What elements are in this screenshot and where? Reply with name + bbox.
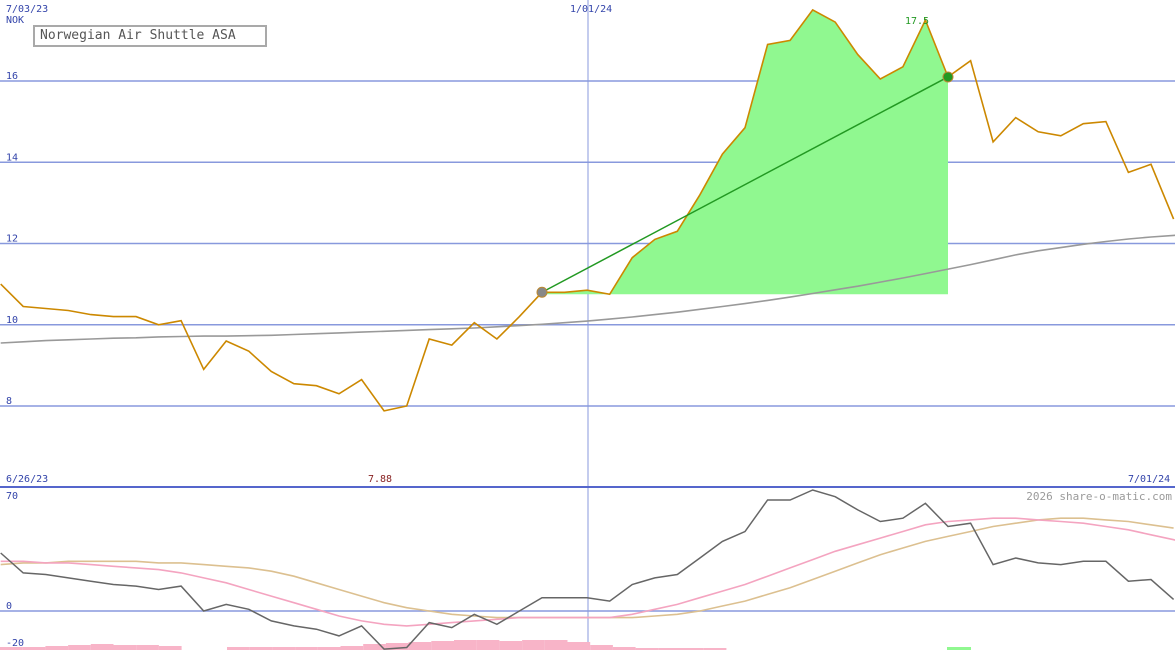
osc-histogram-bar-7: [158, 646, 182, 650]
osc-histogram-bar-21: [476, 640, 500, 650]
trend-end-marker: [942, 71, 954, 83]
chart-canvas: 7/03/23 1/01/24 NOK 6/26/23 7/01/24 7.88…: [0, 0, 1175, 650]
osc-histogram-bar-20: [454, 640, 477, 650]
osc-histogram-bar-18: [408, 642, 432, 650]
date-label-top-left: 7/03/23: [6, 4, 48, 15]
high-value-label: 17.5: [905, 16, 929, 27]
osc-histogram-bar-6: [136, 645, 159, 650]
osc-histogram-bar-5: [113, 645, 137, 650]
price-tick-label-8: 8: [6, 396, 12, 407]
osc-histogram-bar-23: [522, 640, 545, 650]
chart-title: Norwegian Air Shuttle ASA: [33, 25, 267, 47]
osc-histogram-bar-25: [567, 642, 591, 650]
trend-start-marker: [536, 286, 548, 298]
price-tick-label-12: 12: [6, 234, 18, 245]
osc-tick-label-0: 0: [6, 601, 12, 612]
osc-histogram-bar-24: [544, 640, 568, 650]
osc-tick-label-70: 70: [6, 491, 18, 502]
date-label-bottom-left: 6/26/23: [6, 474, 48, 485]
osc-histogram-bar-2: [45, 646, 69, 650]
date-label-top-mid: 1/01/24: [570, 4, 612, 15]
osc-histogram-bar-4: [90, 644, 114, 650]
osc-histogram-bar-15: [340, 646, 364, 650]
osc-histogram-bar-22: [499, 641, 523, 650]
osc-histogram-bar-3: [68, 645, 91, 650]
unit-label: NOK: [6, 15, 24, 26]
price-tick-label-10: 10: [6, 315, 18, 326]
watermark: 2026 share-o-matic.com: [1026, 490, 1172, 503]
low-value-label: 7.88: [368, 474, 392, 485]
osc-tick-label--20: -20: [6, 638, 24, 649]
date-label-bottom-right: 7/01/24: [1128, 474, 1170, 485]
price-tick-label-14: 14: [6, 152, 18, 163]
price-tick-label-16: 16: [6, 71, 18, 82]
osc-histogram-bar-19: [431, 641, 454, 650]
osc-histogram-bar-26: [590, 645, 613, 650]
